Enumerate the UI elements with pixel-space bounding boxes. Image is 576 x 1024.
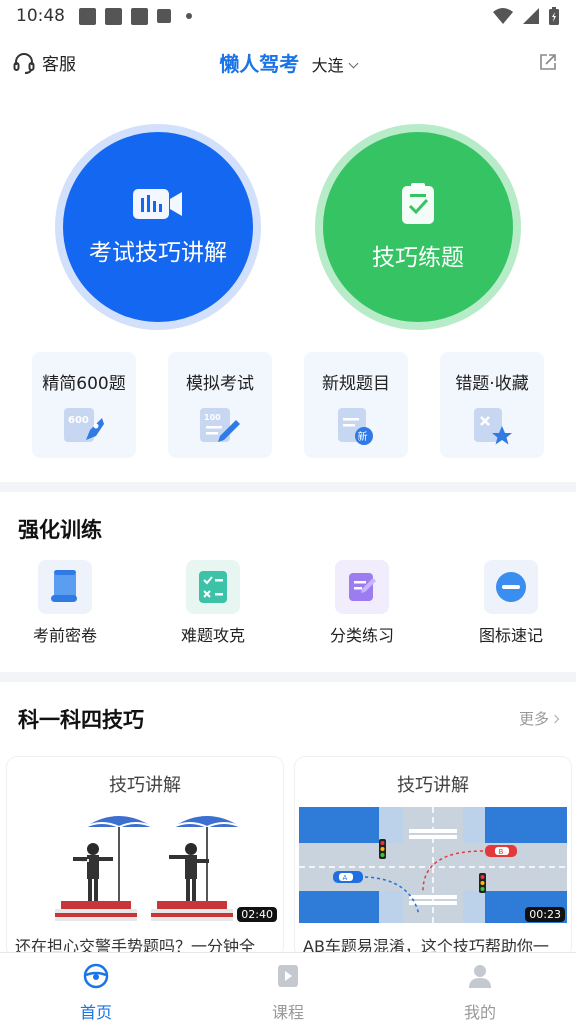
training-item-category-practice[interactable]: 分类练习 <box>307 560 417 646</box>
more-label: 更多 <box>518 710 549 728</box>
battery-icon <box>549 7 559 25</box>
rocket-600-icon: 600 <box>64 408 104 442</box>
city-selector[interactable]: 大连 <box>311 56 359 75</box>
top-section: 客服 懒人驾考 大连 考试技巧讲解 技巧练题 精简600题 600 模拟考试 1… <box>0 32 576 482</box>
gallery-notification-icon <box>79 7 96 25</box>
tab-label: 首页 <box>79 1003 112 1022</box>
training-item-label: 图标速记 <box>478 626 543 645</box>
video-title: 技巧讲解 <box>397 775 469 796</box>
training-item-sign-memorize[interactable]: 图标速记 <box>456 560 566 646</box>
svg-text:600: 600 <box>68 415 89 426</box>
training-item-label: 考前密卷 <box>32 626 97 645</box>
edit-doc-icon <box>335 560 389 614</box>
tab-profile[interactable]: 我的 <box>430 963 530 1023</box>
svg-text:新: 新 <box>358 430 368 443</box>
check-cross-list-icon <box>186 560 240 614</box>
share-button[interactable] <box>538 52 558 76</box>
wrong-star-icon <box>474 408 512 445</box>
bottom-tab-bar: 首页 课程 我的 <box>0 952 576 1024</box>
tile-label: 新规题目 <box>322 374 390 394</box>
notification-icon <box>131 7 148 25</box>
tile-label: 精简600题 <box>42 374 126 394</box>
video-title: 技巧讲解 <box>109 775 181 796</box>
app-title-bar: 懒人驾考 大连 <box>0 48 576 77</box>
steering-wheel-icon <box>83 963 109 989</box>
section-title: 强化训练 <box>18 518 102 542</box>
tile-label: 模拟考试 <box>186 374 254 394</box>
exam-tips-lecture-label: 考试技巧讲解 <box>89 240 227 266</box>
status-time: 10:48 <box>16 6 65 26</box>
section-title: 科一科四技巧 <box>18 708 144 732</box>
video-thumbnail: A B <box>299 807 567 923</box>
intensive-training-section: 强化训练 考前密卷 难题攻克 分类练习 图标速记 <box>0 492 576 672</box>
svg-text:100: 100 <box>204 413 221 422</box>
tile-600-questions[interactable]: 精简600题 600 <box>32 352 136 458</box>
training-item-label: 难题攻克 <box>180 626 245 645</box>
wifi-icon <box>493 8 513 24</box>
training-item-hard-questions[interactable]: 难题攻克 <box>158 560 268 646</box>
tab-home[interactable]: 首页 <box>46 963 146 1023</box>
video-duration: 02:40 <box>237 907 277 922</box>
course-play-icon <box>278 965 298 987</box>
video-camera-icon <box>133 189 182 219</box>
training-item-label: 分类练习 <box>329 626 394 645</box>
minus-circle-icon <box>484 560 538 614</box>
status-bar: 10:48 <box>0 0 576 32</box>
app-header: 客服 懒人驾考 大连 <box>0 32 576 92</box>
training-item-pre-exam-paper[interactable]: 考前密卷 <box>10 560 120 646</box>
checklist-icon <box>402 183 434 224</box>
tips-practice-label: 技巧练题 <box>372 245 464 271</box>
video-card[interactable]: 技巧讲解 02:40 还在担心交警手势题吗？一分钟全 <box>7 757 283 957</box>
tile-new-rules[interactable]: 新规题目 新 <box>304 352 408 458</box>
share-icon <box>540 54 556 70</box>
tile-wrong-and-favorites[interactable]: 错题·收藏 <box>440 352 544 458</box>
car-a-label: A <box>343 874 348 882</box>
tips-practice-button[interactable]: 技巧练题 <box>315 124 521 330</box>
car-b-label: B <box>499 848 504 856</box>
video-thumbnail <box>11 807 279 923</box>
app-title: 懒人驾考 <box>219 52 300 76</box>
tab-courses[interactable]: 课程 <box>238 963 338 1023</box>
chevron-down-icon <box>348 58 359 69</box>
city-label: 大连 <box>311 56 344 75</box>
signal-icon <box>523 8 539 24</box>
font-notification-icon <box>157 9 171 23</box>
user-icon <box>469 965 491 988</box>
tile-label: 错题·收藏 <box>455 374 529 394</box>
more-notifications-icon <box>186 13 192 19</box>
video-card[interactable]: 技巧讲解 A B 00:23 AB车题易混淆，这个技巧帮助你一 <box>295 757 571 957</box>
scroll-icon <box>38 560 92 614</box>
new-rule-doc-icon: 新 <box>338 408 373 445</box>
tab-label: 课程 <box>271 1003 304 1022</box>
exam-tips-lecture-button[interactable]: 考试技巧讲解 <box>55 124 261 330</box>
tile-mock-exam[interactable]: 模拟考试 100 <box>168 352 272 458</box>
more-link[interactable]: 更多 <box>518 708 560 729</box>
exam-pencil-icon: 100 <box>200 408 240 442</box>
notification-icon <box>105 7 122 25</box>
chevron-right-icon <box>550 714 560 724</box>
video-duration: 00:23 <box>525 907 565 922</box>
tab-label: 我的 <box>463 1003 496 1022</box>
